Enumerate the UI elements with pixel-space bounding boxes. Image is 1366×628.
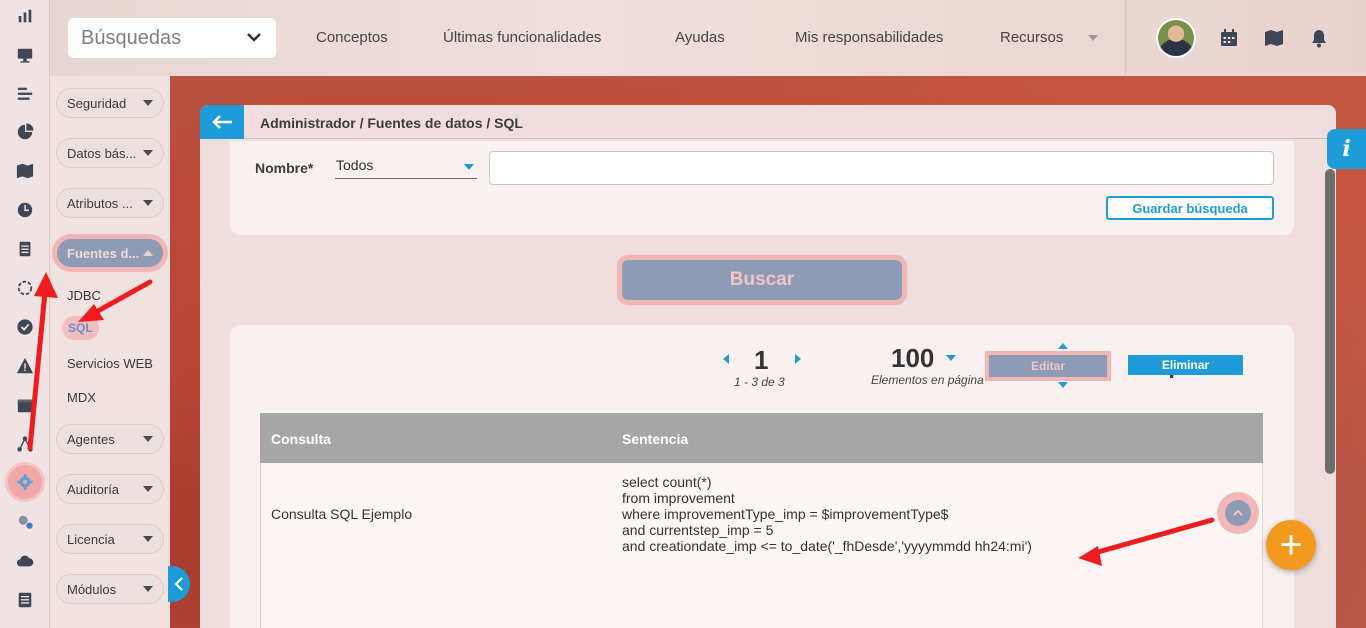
- menu-item-label: Seguridad: [67, 95, 127, 111]
- info-button[interactable]: i: [1327, 129, 1366, 169]
- menu-item-auditoria[interactable]: Auditoría: [56, 474, 164, 504]
- search-button[interactable]: Buscar: [622, 260, 902, 300]
- submenu-jdbc[interactable]: JDBC: [67, 288, 101, 303]
- icon-rail: [0, 0, 50, 628]
- admin-menu: Seguridad Datos bás... Atributos ... Fue…: [50, 76, 170, 628]
- menu-item-label: Auditoría: [67, 481, 120, 497]
- chevron-left-icon: [174, 577, 183, 591]
- header-divider: [1125, 0, 1126, 76]
- chevron-down-icon: [143, 536, 153, 542]
- cell-consulta: Consulta SQL Ejemplo: [271, 506, 413, 522]
- chevron-down-icon[interactable]: [946, 355, 956, 361]
- document-icon[interactable]: [10, 234, 40, 264]
- chevron-down-icon: [143, 486, 153, 492]
- align-icon[interactable]: [10, 79, 40, 109]
- map-icon[interactable]: [1262, 28, 1286, 48]
- map-icon[interactable]: [10, 156, 40, 186]
- chart-icon[interactable]: [10, 1, 40, 31]
- menu-item-atributos[interactable]: Atributos ...: [56, 188, 164, 218]
- menu-item-datos-basicos[interactable]: Datos bás...: [56, 138, 164, 168]
- panel-header: Administrador / Fuentes de datos / SQL: [200, 105, 1336, 139]
- nombre-input[interactable]: [489, 151, 1274, 185]
- menu-item-seguridad[interactable]: Seguridad: [56, 88, 164, 118]
- cell-sentencia: select count(*) from improvement where i…: [622, 474, 1032, 554]
- chevron-down-icon: [143, 436, 153, 442]
- next-page-icon[interactable]: [795, 354, 801, 364]
- edit-button[interactable]: Editar: [989, 355, 1107, 377]
- search-dropdown[interactable]: Búsquedas: [68, 18, 276, 58]
- chevron-down-icon: [143, 150, 153, 156]
- add-button[interactable]: +: [1266, 520, 1316, 570]
- chevron-up-icon: [1233, 509, 1243, 516]
- scrollbar[interactable]: [1325, 169, 1335, 474]
- nombre-operator-select[interactable]: Todos: [335, 157, 477, 179]
- chevron-down-icon: [143, 100, 153, 106]
- nav-recursos[interactable]: Recursos: [1000, 29, 1063, 46]
- chevron-down-icon: [143, 586, 153, 592]
- warning-icon[interactable]: [10, 351, 40, 381]
- sort-down-icon[interactable]: [1058, 382, 1068, 388]
- arrow-left-icon: [212, 115, 232, 129]
- menu-item-label: Atributos ...: [67, 195, 133, 211]
- page-size-label: Elementos en página: [871, 373, 984, 387]
- cog-user-icon[interactable]: [10, 507, 40, 537]
- menu-item-agentes[interactable]: Agentes: [56, 424, 164, 454]
- column-header-consulta[interactable]: Consulta: [271, 431, 331, 447]
- prev-page-icon[interactable]: [723, 354, 729, 364]
- chevron-down-icon: [143, 200, 153, 206]
- breadcrumb: Administrador / Fuentes de datos / SQL: [260, 115, 523, 131]
- nav-ayudas[interactable]: Ayudas: [675, 29, 725, 46]
- page-range: 1 - 3 de 3: [734, 375, 785, 389]
- check-icon[interactable]: [10, 312, 40, 342]
- select-value: Todos: [336, 157, 374, 173]
- cloud-icon[interactable]: [10, 546, 40, 576]
- chevron-up-icon: [143, 250, 153, 256]
- calendar-icon[interactable]: [10, 390, 40, 420]
- menu-item-modulos[interactable]: Módulos: [56, 574, 164, 604]
- back-button[interactable]: [200, 105, 244, 139]
- table-row[interactable]: Consulta SQL Ejemplo select count(*) fro…: [260, 463, 1263, 628]
- avatar[interactable]: [1156, 18, 1196, 58]
- delete-button[interactable]: Eliminar: [1128, 355, 1243, 375]
- nav-ultimas-funcionalidades[interactable]: Últimas funcionalidades: [443, 29, 601, 46]
- sort-up-icon[interactable]: [1058, 343, 1068, 349]
- nav-conceptos[interactable]: Conceptos: [316, 29, 388, 46]
- main-panel: Administrador / Fuentes de datos / SQL N…: [200, 105, 1336, 628]
- menu-item-label: Agentes: [67, 431, 115, 447]
- nombre-label: Nombre*: [255, 160, 314, 176]
- monitor-icon[interactable]: [10, 40, 40, 70]
- table-header: Consulta Sentencia: [260, 413, 1263, 463]
- page-number: 1: [754, 345, 769, 375]
- chevron-down-icon: [247, 33, 261, 42]
- chevron-down-icon: [464, 164, 474, 170]
- list-icon[interactable]: [10, 585, 40, 615]
- filter-card: Nombre* Todos Guardar búsqueda: [230, 141, 1294, 235]
- collapse-row-button[interactable]: [1225, 500, 1251, 526]
- submenu-sql[interactable]: SQL: [62, 316, 99, 340]
- submenu-servicios-web[interactable]: Servicios WEB: [67, 356, 153, 371]
- pie-icon[interactable]: [10, 117, 40, 147]
- menu-item-label: Licencia: [67, 531, 115, 547]
- menu-item-label: Módulos: [67, 581, 117, 597]
- bell-icon[interactable]: [1309, 28, 1329, 48]
- submenu-mdx[interactable]: MDX: [67, 390, 96, 405]
- nav-mis-responsabilidades[interactable]: Mis responsabilidades: [795, 29, 943, 46]
- page-size[interactable]: 100: [891, 343, 934, 374]
- clock-icon[interactable]: [10, 195, 40, 225]
- hierarchy-icon[interactable]: [10, 429, 40, 459]
- gear-icon[interactable]: [8, 465, 42, 499]
- save-search-button[interactable]: Guardar búsqueda: [1106, 196, 1274, 220]
- cycle-icon[interactable]: [10, 273, 40, 303]
- column-header-sentencia[interactable]: Sentencia: [622, 431, 688, 447]
- menu-item-licencia[interactable]: Licencia: [56, 524, 164, 554]
- search-label: Búsquedas: [81, 26, 182, 49]
- menu-item-label: Datos bás...: [67, 145, 137, 161]
- calendar-icon[interactable]: [1219, 28, 1239, 48]
- menu-item-label: Fuentes d...: [67, 245, 140, 261]
- chevron-down-icon[interactable]: [1088, 35, 1098, 41]
- menu-item-fuentes-datos[interactable]: Fuentes d...: [56, 238, 164, 268]
